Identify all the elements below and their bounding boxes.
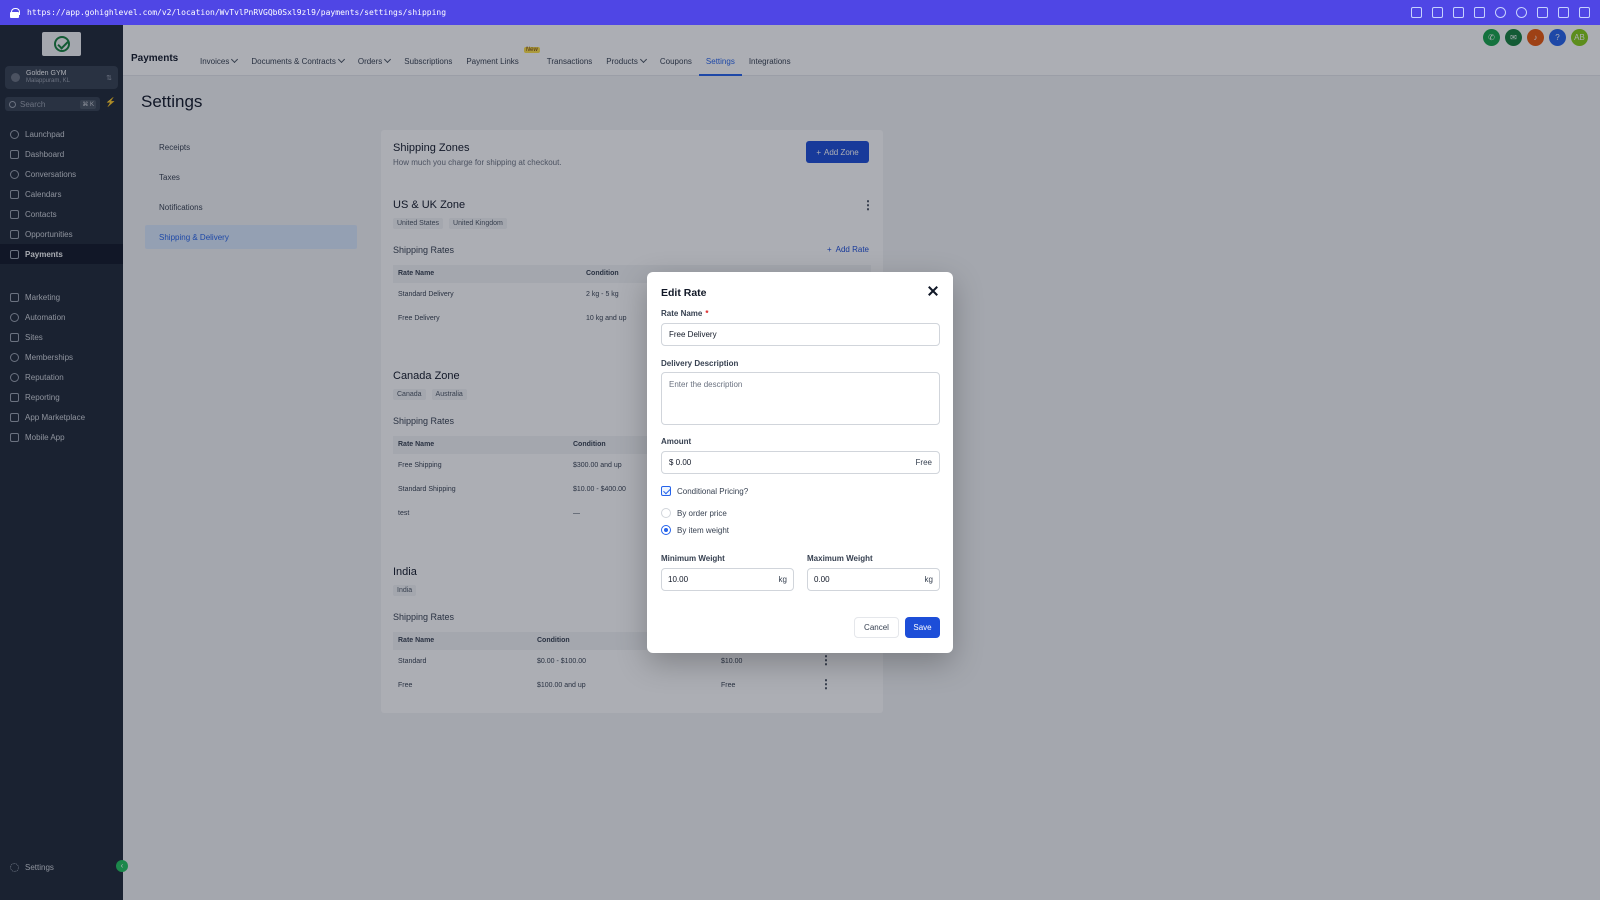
globe-icon[interactable] <box>1495 7 1506 18</box>
input-value: 10.00 <box>668 575 689 584</box>
unit-suffix: kg <box>924 575 933 584</box>
lock-icon <box>10 7 20 18</box>
radio-by-order-price[interactable]: By order price <box>661 508 727 518</box>
radio-checked-icon <box>661 525 671 535</box>
input-value: Free Delivery <box>669 330 717 339</box>
checkbox-checked-icon <box>661 486 671 496</box>
rate-name-label: Rate Name * <box>661 309 708 318</box>
browser-url[interactable]: https://app.gohighlevel.com/v2/location/… <box>27 8 446 17</box>
minimum-weight-input[interactable]: 10.00 kg <box>661 568 794 591</box>
input-value: 0.00 <box>814 575 830 584</box>
browser-address-bar: https://app.gohighlevel.com/v2/location/… <box>0 0 1600 25</box>
screenshot-icon[interactable] <box>1432 7 1443 18</box>
extension-icon[interactable] <box>1537 7 1548 18</box>
save-button[interactable]: Save <box>905 617 940 638</box>
required-mark: * <box>705 309 709 318</box>
checkbox-label: Conditional Pricing? <box>677 486 749 496</box>
radio-label: By item weight <box>677 525 730 535</box>
modal-title: Edit Rate <box>661 287 707 299</box>
input-value: $ 0.00 <box>669 458 692 467</box>
link-icon[interactable] <box>1411 7 1422 18</box>
radio-unchecked-icon <box>661 508 671 518</box>
browser-extension-icons <box>1411 7 1590 18</box>
conditional-pricing-checkbox[interactable]: Conditional Pricing? <box>661 486 748 496</box>
unit-suffix: kg <box>778 575 787 584</box>
radio-label: By order price <box>677 508 727 518</box>
cancel-button[interactable]: Cancel <box>854 617 899 638</box>
profile-icon[interactable] <box>1558 7 1569 18</box>
rate-name-input[interactable]: Free Delivery <box>661 323 940 346</box>
maximum-weight-label: Maximum Weight <box>807 554 873 563</box>
sidebar-toggle-icon[interactable] <box>1579 7 1590 18</box>
textarea-placeholder: Enter the description <box>669 380 743 389</box>
amount-input[interactable]: $ 0.00 Free <box>661 451 940 474</box>
edit-rate-modal: Edit Rate Rate Name * Free Delivery Deliv… <box>647 272 953 653</box>
delivery-description-label: Delivery Description <box>661 359 739 368</box>
amount-label: Amount <box>661 437 692 446</box>
window-icon[interactable] <box>1474 7 1485 18</box>
crosshair-icon[interactable] <box>1516 7 1527 18</box>
minimum-weight-label: Minimum Weight <box>661 554 725 563</box>
radio-by-item-weight[interactable]: By item weight <box>661 525 729 535</box>
label-text: Rate Name <box>661 309 703 318</box>
close-icon[interactable] <box>928 286 938 296</box>
delivery-description-textarea[interactable]: Enter the description <box>661 372 940 425</box>
amount-suffix: Free <box>915 458 932 467</box>
maximum-weight-input[interactable]: 0.00 kg <box>807 568 940 591</box>
camera-icon[interactable] <box>1453 7 1464 18</box>
